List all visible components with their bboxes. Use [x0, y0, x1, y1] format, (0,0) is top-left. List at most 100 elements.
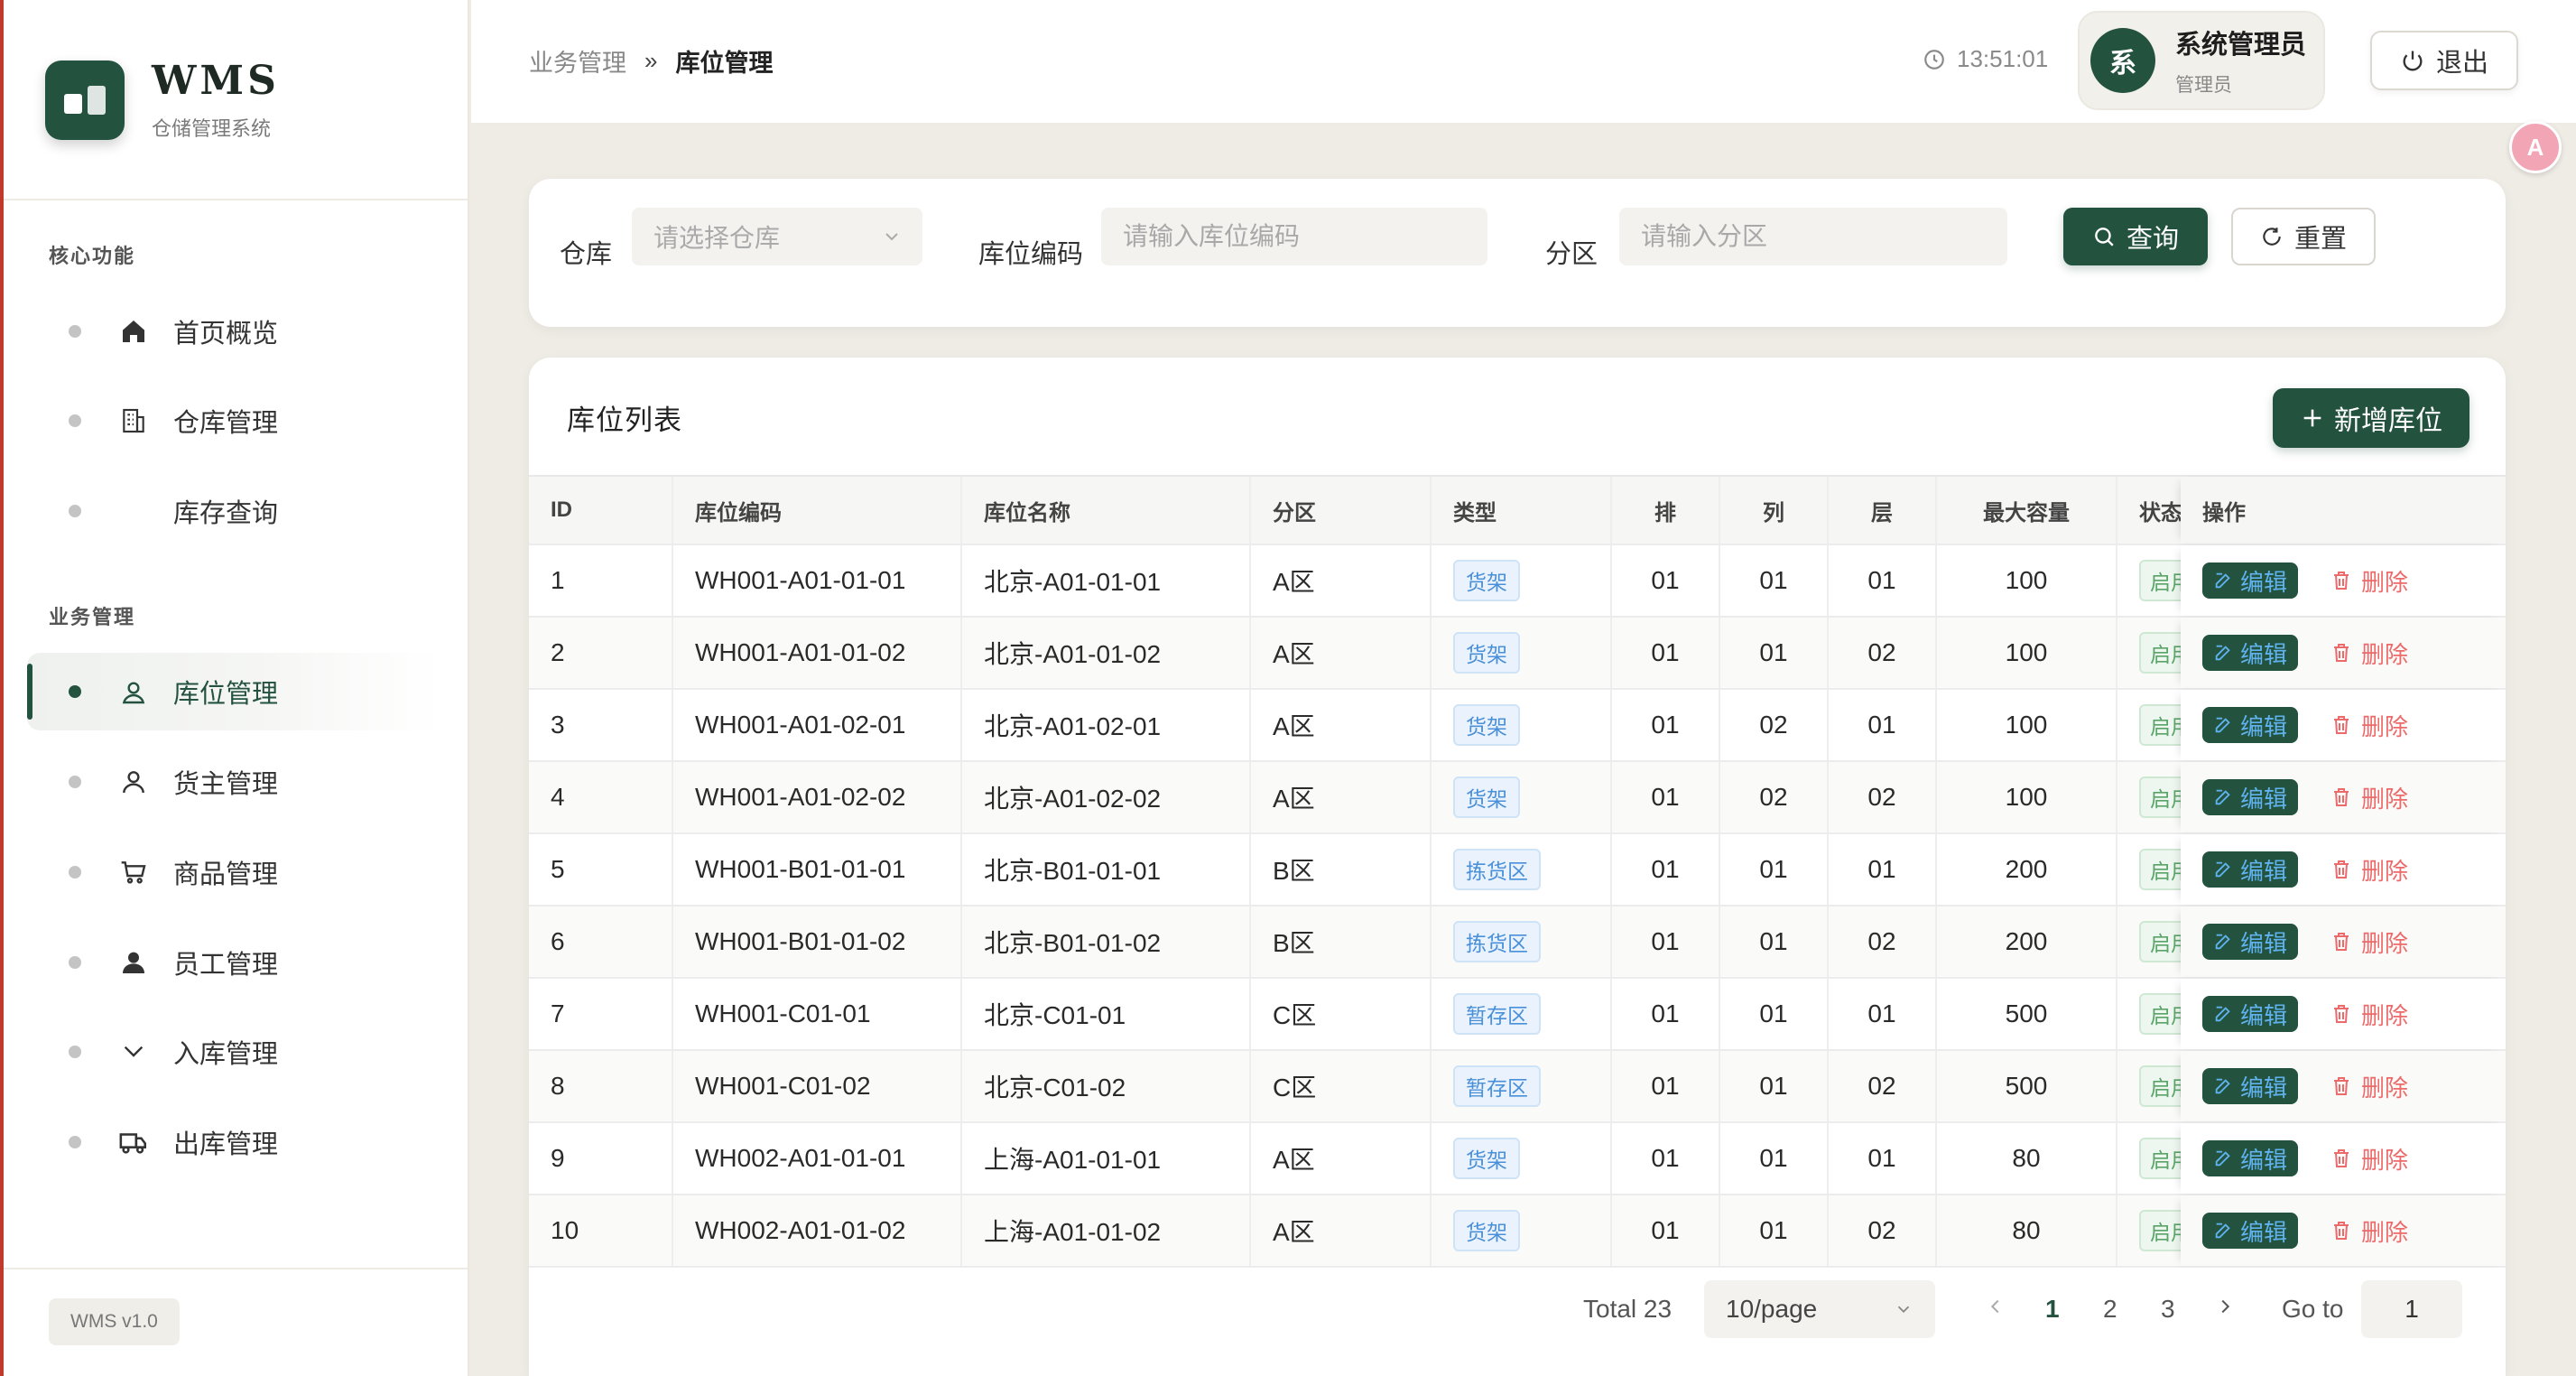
column-header-code[interactable]: 库位编码 — [673, 477, 962, 544]
filter-panel: 仓库 请选择仓库 库位编码 分区 查询 重置 — [529, 179, 2506, 327]
edit-button[interactable]: 编辑 — [2202, 707, 2299, 743]
warehouse-placeholder: 请选择仓库 — [653, 224, 781, 252]
sidebar-item-warehouse[interactable]: 仓库管理 — [27, 382, 442, 460]
delete-button[interactable]: 删除 — [2330, 1070, 2408, 1103]
column-header-col[interactable]: 列 — [1720, 477, 1829, 544]
clock-icon — [1924, 49, 1944, 70]
bullet-dot — [69, 685, 81, 698]
cart-icon — [116, 854, 152, 890]
column-header-capacity[interactable]: 最大容量 — [1937, 477, 2117, 544]
clock: 13:51:01 — [1923, 45, 2048, 73]
search-button[interactable]: 查询 — [2063, 208, 2208, 265]
page-size-select[interactable]: 10/page — [1704, 1280, 1935, 1338]
sidebar-item-label: 员工管理 — [173, 951, 279, 980]
cell-capacity: 80 — [1937, 1195, 2117, 1266]
table-row: 1 WH001-A01-01-01 北京-A01-01-01 A区 货架 01 01 01 10… — [529, 545, 2506, 618]
cell-code: WH001-A01-02-02 — [673, 762, 962, 832]
delete-button[interactable]: 删除 — [2330, 781, 2408, 814]
cell-zone: A区 — [1251, 690, 1432, 760]
table-row: 8 WH001-C01-02 北京-C01-02 C区 暂存区 01 01 02 500 启用 编辑… — [529, 1051, 2506, 1123]
sidebar-item-owner[interactable]: 货主管理 — [27, 743, 442, 821]
edit-button[interactable]: 编辑 — [2202, 635, 2299, 671]
column-header-type[interactable]: 类型 — [1432, 477, 1612, 544]
reset-button[interactable]: 重置 — [2231, 208, 2376, 265]
prev-page-icon[interactable] — [1986, 1295, 2006, 1325]
edit-button[interactable]: 编辑 — [2202, 1140, 2299, 1176]
location-code-input[interactable] — [1101, 208, 1487, 265]
next-page-icon[interactable] — [2215, 1295, 2235, 1325]
edit-icon — [2215, 1150, 2230, 1167]
sidebar-item-home[interactable]: 首页概览 — [27, 293, 442, 370]
cell-type: 货架 — [1432, 1123, 1612, 1194]
type-tag: 拣货区 — [1453, 849, 1541, 890]
column-header-name[interactable]: 库位名称 — [962, 477, 1251, 544]
power-icon — [2403, 51, 2423, 71]
refresh-icon — [2263, 228, 2281, 246]
cell-capacity: 100 — [1937, 690, 2117, 760]
blank-icon — [116, 493, 152, 529]
delete-button[interactable]: 删除 — [2330, 564, 2408, 598]
breadcrumb-parent[interactable]: 业务管理 — [529, 43, 626, 79]
cell-zone: A区 — [1251, 1123, 1432, 1194]
edit-label: 编辑 — [2240, 857, 2288, 885]
goto-page-input[interactable]: 1 — [2361, 1280, 2462, 1338]
edit-button[interactable]: 编辑 — [2202, 562, 2299, 599]
edit-button[interactable]: 编辑 — [2202, 851, 2299, 888]
cell-col: 02 — [1720, 762, 1829, 832]
edit-button[interactable]: 编辑 — [2202, 996, 2299, 1032]
delete-button[interactable]: 删除 — [2330, 925, 2408, 959]
edit-button[interactable]: 编辑 — [2202, 924, 2299, 960]
column-header-id[interactable]: ID — [529, 477, 673, 544]
sidebar-item-inventory[interactable]: 库存查询 — [27, 472, 442, 550]
delete-button[interactable]: 删除 — [2330, 1142, 2408, 1176]
cell-capacity: 500 — [1937, 979, 2117, 1049]
edit-icon — [2215, 934, 2230, 950]
brand[interactable]: WMS 仓储管理系统 — [45, 58, 280, 142]
edit-button[interactable]: 编辑 — [2202, 1213, 2299, 1249]
trash-icon — [2334, 716, 2349, 734]
page-2[interactable]: 2 — [2103, 1295, 2117, 1324]
bullet-dot — [69, 1136, 81, 1148]
page-3[interactable]: 3 — [2161, 1295, 2175, 1324]
user-card[interactable]: 系 系统管理员 管理员 — [2078, 11, 2325, 110]
sidebar-item-label: 入库管理 — [173, 1040, 279, 1069]
type-tag: 货架 — [1453, 632, 1520, 674]
sidebar-item-location[interactable]: 库位管理 — [27, 653, 442, 730]
avatar: 系 — [2090, 28, 2155, 93]
sidebar-item-outbound[interactable]: 出库管理 — [27, 1103, 442, 1181]
sidebar-item-goods[interactable]: 商品管理 — [27, 833, 442, 911]
sidebar-item-label: 商品管理 — [173, 860, 279, 889]
add-location-button[interactable]: 新增库位 — [2273, 388, 2469, 448]
cell-zone: B区 — [1251, 906, 1432, 977]
page-1[interactable]: 1 — [2045, 1295, 2060, 1324]
edit-button[interactable]: 编辑 — [2202, 1068, 2299, 1104]
delete-button[interactable]: 删除 — [2330, 998, 2408, 1031]
column-header-zone[interactable]: 分区 — [1251, 477, 1432, 544]
cell-zone: A区 — [1251, 618, 1432, 688]
edit-label: 编辑 — [2240, 1074, 2288, 1102]
delete-button[interactable]: 删除 — [2330, 637, 2408, 670]
table-row: 2 WH001-A01-01-02 北京-A01-01-02 A区 货架 01 01 02 10… — [529, 618, 2506, 690]
logout-button[interactable]: 退出 — [2370, 31, 2518, 90]
delete-button[interactable]: 删除 — [2330, 709, 2408, 742]
sidebar-item-staff[interactable]: 员工管理 — [27, 924, 442, 1001]
zone-input[interactable] — [1619, 208, 2007, 265]
cell-status: 启用 — [2117, 1123, 2190, 1194]
cell-capacity: 100 — [1937, 618, 2117, 688]
column-header-row[interactable]: 排 — [1612, 477, 1720, 544]
delete-label: 删除 — [2361, 1074, 2409, 1102]
cell-name: 北京-A01-02-01 — [962, 690, 1251, 760]
column-header-status[interactable]: 状态 — [2117, 477, 2190, 544]
warehouse-select[interactable]: 请选择仓库 — [632, 208, 922, 265]
sidebar-item-inbound[interactable]: 入库管理 — [27, 1013, 442, 1091]
edit-button[interactable]: 编辑 — [2202, 779, 2299, 815]
cell-layer: 02 — [1829, 906, 1937, 977]
delete-button[interactable]: 删除 — [2330, 1214, 2408, 1248]
delete-button[interactable]: 删除 — [2330, 853, 2408, 887]
trash-icon — [2334, 933, 2349, 951]
cell-code: WH001-A01-01-01 — [673, 545, 962, 616]
column-header-layer[interactable]: 层 — [1829, 477, 1937, 544]
brand-text: WMS 仓储管理系统 — [152, 58, 280, 142]
translate-icon[interactable]: A — [2509, 121, 2562, 173]
user-outline-icon — [116, 764, 152, 800]
